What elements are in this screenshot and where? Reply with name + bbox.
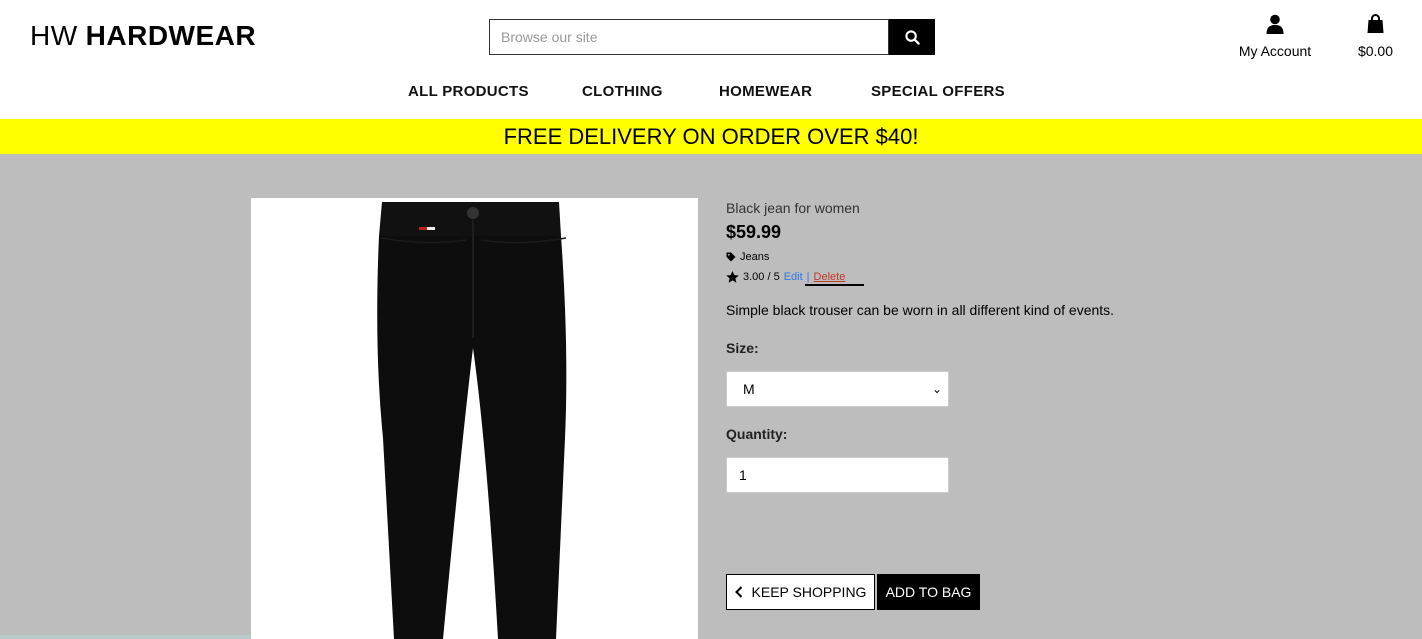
keep-shopping-button[interactable]: KEEP SHOPPING — [726, 574, 875, 610]
keep-shopping-label: KEEP SHOPPING — [751, 584, 867, 600]
chevron-left-icon — [734, 586, 742, 598]
search-button[interactable] — [889, 19, 935, 55]
search-input[interactable] — [489, 19, 889, 55]
link-separator: | — [806, 271, 810, 283]
user-icon — [1266, 14, 1284, 34]
brand-name: HARDWEAR — [85, 20, 257, 51]
add-to-bag-button[interactable]: ADD TO BAG — [877, 574, 980, 610]
my-account-link[interactable]: My Account — [1230, 14, 1320, 59]
product-details: Black jean for women $59.99 Jeans 3.00 /… — [726, 200, 1226, 493]
main-nav: ALL PRODUCTS CLOTHING HOMEWEAR SPECIAL O… — [0, 83, 1422, 103]
chevron-down-icon: ⌄ — [931, 382, 942, 396]
shopping-bag-icon — [1367, 14, 1384, 33]
action-buttons: KEEP SHOPPING ADD TO BAG — [726, 574, 980, 610]
search-form — [489, 19, 935, 55]
tag-icon — [726, 252, 736, 262]
size-label: Size: — [726, 340, 759, 356]
rating-value: 3.00 / 5 — [743, 271, 780, 283]
size-select[interactable]: M ⌄ — [726, 371, 949, 407]
nav-special-offers[interactable]: SPECIAL OFFERS — [871, 83, 1005, 100]
delete-underline-mark — [805, 284, 864, 286]
product-name: Black jean for women — [726, 200, 860, 216]
product-price: $59.99 — [726, 222, 782, 242]
size-selected-value: M — [743, 381, 755, 397]
nav-homewear[interactable]: HOMEWEAR — [719, 83, 812, 100]
shopping-bag-link[interactable]: $0.00 — [1348, 14, 1403, 59]
quantity-label: Quantity: — [726, 426, 788, 442]
brand-prefix: HW — [30, 20, 78, 51]
brand-logo[interactable]: HW HARDWEAR — [30, 20, 256, 52]
bottom-divider — [0, 635, 251, 639]
star-icon — [726, 271, 739, 283]
product-description: Simple black trouser can be worn in all … — [726, 302, 1115, 318]
site-header: HWHARDWEAR My Account $0.00 ALL PRODUCTS… — [0, 0, 1422, 119]
nav-all-products[interactable]: ALL PRODUCTS — [408, 83, 529, 100]
product-category[interactable]: Jeans — [726, 251, 1226, 263]
delivery-banner: FREE DELIVERY ON ORDER OVER $40! — [0, 119, 1422, 154]
my-account-label: My Account — [1238, 43, 1312, 59]
product-rating: 3.00 / 5 Edit | Delete — [726, 271, 1226, 286]
product-image — [251, 198, 698, 639]
quantity-input[interactable]: 1 — [726, 457, 949, 493]
nav-clothing[interactable]: CLOTHING — [582, 83, 663, 100]
edit-product-link[interactable]: Edit — [784, 271, 803, 283]
bag-total: $0.00 — [1357, 43, 1394, 59]
search-icon — [904, 29, 920, 45]
category-label: Jeans — [740, 251, 770, 263]
black-jeans-image — [377, 202, 567, 639]
delete-product-link[interactable]: Delete — [814, 271, 846, 283]
